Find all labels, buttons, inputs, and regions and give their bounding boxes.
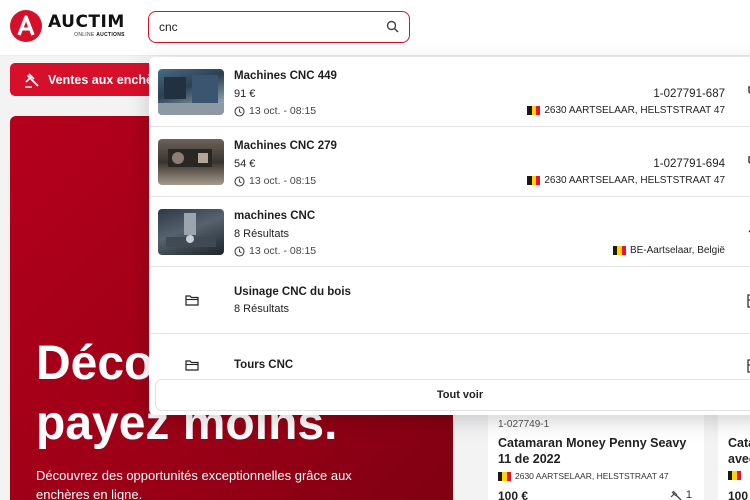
search-category-item[interactable]: Usinage CNC du bois 8 Résultats — [149, 267, 750, 334]
result-title: Machines CNC 279 — [234, 140, 337, 152]
result-time: 13 oct. - 08:15 — [234, 175, 316, 187]
result-time: 13 oct. - 08:15 — [234, 245, 316, 257]
result-price: 54 € — [234, 158, 256, 170]
gavel-icon — [670, 490, 682, 500]
category-title: Usinage CNC du bois — [234, 286, 351, 298]
search-results-dropdown: Machines CNC 449 91 € 13 oct. - 08:15 1-… — [149, 57, 750, 415]
card-bids: 1 — [670, 489, 692, 500]
result-time: 13 oct. - 08:15 — [234, 105, 316, 117]
search-result-item[interactable]: Machines CNC 449 91 € 13 oct. - 08:15 1-… — [149, 57, 750, 127]
clock-icon — [234, 105, 245, 117]
card-location: 2630 AARTSELAAR, HELSTSTRAAT 47 — [498, 471, 669, 481]
search-category-item[interactable]: Tours CNC — [149, 334, 750, 384]
search-result-item[interactable]: Machines CNC 279 54 € 13 oct. - 08:15 1-… — [149, 127, 750, 197]
belgium-flag-icon — [612, 246, 626, 255]
header: AUCTIM ONLINE AUCTIONS — [0, 0, 750, 56]
result-location: 2630 AARTSELAAR, HELSTSTRAAT 47 — [527, 175, 725, 186]
see-all-button[interactable]: Tout voir — [155, 379, 750, 411]
result-title: Machines CNC 449 — [234, 70, 337, 82]
result-reference: 1-027791-694 — [653, 158, 725, 170]
card-price: 100 € — [498, 489, 529, 500]
hero-description: Découvrez des opportunités exceptionnell… — [36, 468, 352, 500]
card-reference: 1-027749-1 — [498, 419, 550, 430]
search-input[interactable] — [159, 19, 369, 35]
clock-icon — [234, 175, 245, 187]
result-thumbnail — [158, 69, 224, 115]
search-result-item[interactable]: machines CNC 8 Résultats 13 oct. - 08:15… — [149, 197, 750, 267]
card-location — [728, 471, 745, 480]
folder-icon — [185, 360, 199, 371]
folder-icon — [185, 295, 199, 306]
belgium-flag-icon — [527, 176, 541, 185]
logo-tagline: ONLINE AUCTIONS — [74, 32, 125, 38]
result-location: BE-Aartselaar, België — [612, 245, 725, 256]
result-count: 8 Résultats — [234, 228, 290, 240]
result-price: 91 € — [234, 88, 256, 100]
category-count: 8 Résultats — [234, 303, 290, 315]
auction-card[interactable]: Cata avec 100 — [718, 405, 750, 500]
search-icon[interactable] — [386, 20, 399, 38]
result-reference: 1-027791-687 — [653, 88, 725, 100]
result-thumbnail — [158, 139, 224, 185]
result-title: machines CNC — [234, 210, 316, 222]
gavel-icon — [25, 72, 39, 88]
card-title[interactable]: Cata avec — [728, 435, 750, 467]
logo-mark-icon — [10, 10, 42, 42]
logo-name: AUCTIM — [48, 12, 125, 32]
auction-sales-label: Ventes aux enchè — [48, 72, 153, 87]
result-location: 2630 AARTSELAAR, HELSTSTRAAT 47 — [527, 105, 725, 116]
category-title: Tours CNC — [234, 359, 294, 371]
search-box[interactable] — [148, 11, 410, 43]
card-price: 100 — [728, 489, 749, 500]
belgium-flag-icon — [728, 471, 741, 480]
clock-icon — [234, 245, 245, 257]
card-title[interactable]: Catamaran Money Penny Seavy 11 de 2022 — [498, 435, 698, 467]
auction-card[interactable]: 1-027749-1 Catamaran Money Penny Seavy 1… — [488, 405, 704, 500]
result-thumbnail — [158, 209, 224, 255]
belgium-flag-icon — [527, 106, 541, 115]
belgium-flag-icon — [498, 471, 511, 481]
auctim-logo[interactable]: AUCTIM ONLINE AUCTIONS — [10, 10, 125, 42]
